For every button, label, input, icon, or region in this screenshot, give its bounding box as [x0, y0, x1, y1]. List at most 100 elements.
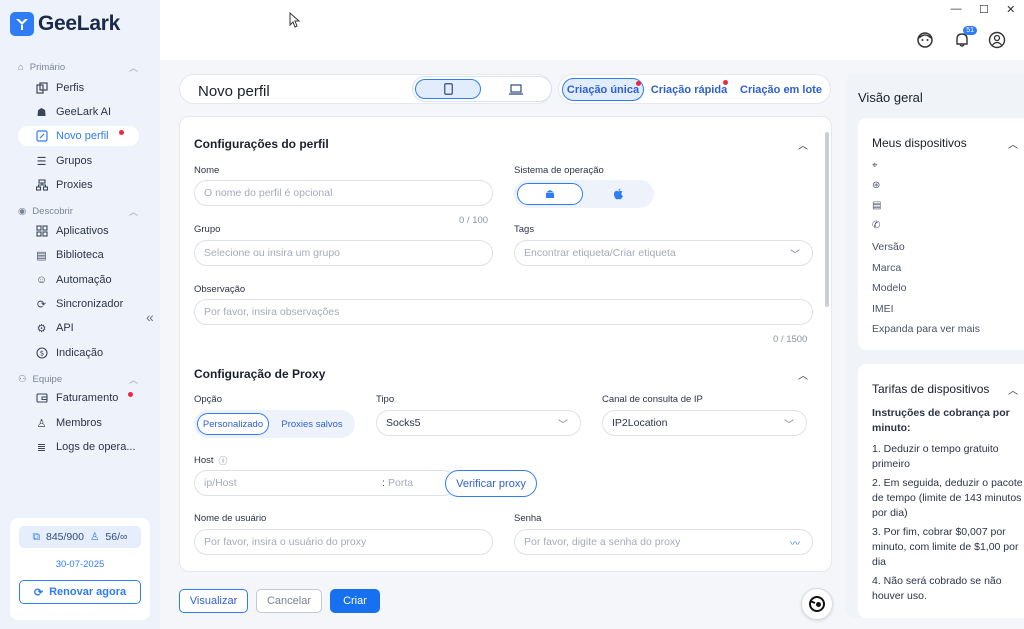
form-scrollbar[interactable] — [825, 132, 829, 307]
laptop-option[interactable] — [483, 79, 549, 99]
sidebar-item-logs[interactable]: ≣ Logs de opera... — [18, 437, 139, 457]
apple-icon — [613, 188, 623, 200]
port-input[interactable]: Porta — [388, 477, 413, 489]
custom-proxy-option[interactable]: Personalizado — [197, 413, 269, 435]
apps-icon — [35, 225, 48, 238]
sidebar-item-proxies[interactable]: Proxies — [18, 175, 139, 195]
os-toggle — [514, 180, 654, 208]
device-type-toggle — [412, 76, 552, 102]
verify-proxy-button[interactable]: Verificar proxy — [445, 470, 537, 497]
home-icon: ⌂ — [18, 62, 24, 73]
sidebar-item-indicacao[interactable]: $ Indicação — [18, 343, 139, 363]
sidebar-item-membros[interactable]: ♙ Membros — [18, 413, 139, 433]
ip-channel-label: Canal de consulta de IP — [602, 394, 703, 405]
close-icon[interactable]: ✕ — [1006, 3, 1015, 16]
tab-criacao-rapida[interactable]: Criação rápida — [648, 78, 730, 101]
chevron-up-icon[interactable]: ︿ — [798, 137, 808, 152]
support-icon[interactable] — [916, 31, 934, 49]
sim-icon: ▤ — [872, 200, 882, 211]
sidebar-item-grupos[interactable]: ☰ Grupos — [18, 151, 139, 171]
sidebar-item-geelark-ai[interactable]: ☗ GeeLark AI — [18, 102, 139, 122]
section-primario[interactable]: ⌂ Primário ︿ — [18, 61, 138, 74]
chevron-up-icon[interactable]: ︿ — [798, 367, 808, 382]
preview-button[interactable]: Visualizar — [179, 589, 248, 613]
devices-icon: ⧉ — [32, 530, 41, 543]
expand-more-link[interactable]: Expanda para ver mais — [872, 323, 980, 335]
sidebar-item-novo-perfil[interactable]: Novo perfil — [18, 126, 139, 146]
chevron-down-icon: ﹀ — [784, 419, 794, 431]
group-input[interactable]: Selecione ou insira um grupo — [194, 240, 493, 266]
phone-icon — [443, 83, 453, 95]
account-icon[interactable] — [988, 31, 1006, 49]
geelark-logo-icon — [10, 12, 34, 36]
eye-icon: ◉ — [18, 206, 27, 217]
quota-bar: ⧉ 845/900 ♙ 56/∞ — [19, 526, 141, 548]
create-button[interactable]: Criar — [330, 589, 380, 613]
billing-indicator-dot — [128, 391, 134, 397]
ip-channel-select[interactable]: IP2Location ﹀ — [602, 410, 807, 436]
overview-title: Visão geral — [858, 90, 923, 105]
chevron-down-icon: ﹀ — [790, 249, 800, 261]
chevron-up-icon[interactable]: ︿ — [1008, 136, 1018, 151]
android-option[interactable] — [517, 183, 583, 205]
chevron-up-icon: ︿ — [128, 375, 138, 385]
sync-icon: ⟳ — [36, 298, 47, 311]
note-counter: 0 / 1500 — [773, 334, 808, 345]
password-input[interactable]: Por favor, digite a senha do proxy 〰 — [514, 529, 813, 555]
note-input[interactable]: Por favor, insira observações — [194, 299, 813, 325]
name-input[interactable]: O nome do perfil é opcional — [194, 180, 493, 206]
collapse-sidebar-icon[interactable]: « — [146, 309, 154, 325]
renew-button[interactable]: ⟳ Renovar agora — [19, 580, 141, 604]
tags-label: Tags — [514, 224, 535, 235]
sidebar-item-perfis[interactable]: Perfis — [18, 78, 139, 98]
sidebar-item-api[interactable]: ⚙ API — [18, 318, 139, 338]
minimize-icon[interactable]: — — [951, 3, 962, 15]
chevron-up-icon[interactable]: ︿ — [1008, 382, 1018, 397]
cancel-button[interactable]: Cancelar — [256, 589, 322, 613]
phone-option[interactable] — [415, 79, 481, 99]
ios-option[interactable] — [585, 183, 651, 205]
phone-call-icon: ✆ — [872, 220, 881, 231]
list-icon: ☰ — [36, 155, 47, 168]
section-equipe[interactable]: ⚇ Equipe ︿ — [18, 373, 138, 386]
name-label: Nome — [194, 165, 220, 176]
group-label: Grupo — [194, 224, 221, 235]
maximize-icon[interactable]: ☐ — [979, 3, 989, 16]
tab-criacao-em-lote[interactable]: Criação em lote — [736, 78, 826, 101]
tags-select[interactable]: Encontrar etiqueta/Criar etiqueta ﹀ — [514, 240, 813, 266]
tab-criacao-unica[interactable]: Criação única — [562, 78, 644, 101]
proxy-type-select[interactable]: Socks5 ﹀ — [376, 410, 581, 436]
ai-icon: ☗ — [36, 106, 47, 119]
assistant-button[interactable] — [801, 588, 833, 620]
tab-indicator-dot — [723, 80, 728, 85]
device-rates-card: Tarifas de dispositivos ︿ Instruções de … — [858, 364, 1024, 618]
sidebar-item-automacao[interactable]: ☺ Automação — [18, 270, 139, 290]
username-label: Nome de usuário — [194, 513, 267, 524]
top-bar: — ☐ ✕ 51 — [160, 0, 1024, 60]
overview-panel: Visão geral Meus dispositivos ︿ ⌖ ⊛ ▤ ✆ … — [845, 74, 1024, 618]
sidebar-item-sincronizador[interactable]: ⟳ Sincronizador — [18, 294, 139, 314]
team-icon: ⚇ — [18, 374, 27, 385]
app-logo[interactable]: GeeLark — [10, 12, 120, 36]
section-descobrir[interactable]: ◉ Descobrir ︿ — [18, 205, 138, 218]
billing-heading: Instruções de cobrança por minuto: — [872, 407, 1010, 434]
chevron-up-icon: ︿ — [128, 207, 138, 217]
billing-step-2: 2. Em seguida, deduzir o pacote de tempo… — [872, 477, 1023, 519]
wallet-icon — [35, 392, 48, 405]
sidebar-item-aplicativos[interactable]: Aplicativos — [18, 221, 139, 241]
user-icon: ♙ — [36, 417, 47, 430]
proxy-option-toggle: Personalizado Proxies salvos — [194, 410, 355, 438]
sidebar-item-faturamento[interactable]: Faturamento — [18, 388, 139, 408]
svg-text:$: $ — [39, 350, 43, 358]
sidebar-item-biblioteca[interactable]: ▤ Biblioteca — [18, 245, 139, 265]
help-icon[interactable]: ⓘ — [219, 454, 228, 467]
bell-icon[interactable]: 51 — [953, 26, 977, 49]
host-input[interactable]: ip/Host : Porta — [194, 470, 456, 496]
assistant-icon — [809, 596, 825, 612]
saved-proxies-option[interactable]: Proxies salvos — [272, 413, 352, 435]
username-input[interactable]: Por favor, insira o usuário do proxy — [194, 529, 493, 555]
device-rates-title: Tarifas de dispositivos — [872, 382, 990, 396]
members-quota: 56/∞ — [105, 531, 128, 543]
expiry-date: 30-07-2025 — [55, 559, 105, 570]
hide-password-icon[interactable]: 〰 — [790, 535, 800, 550]
